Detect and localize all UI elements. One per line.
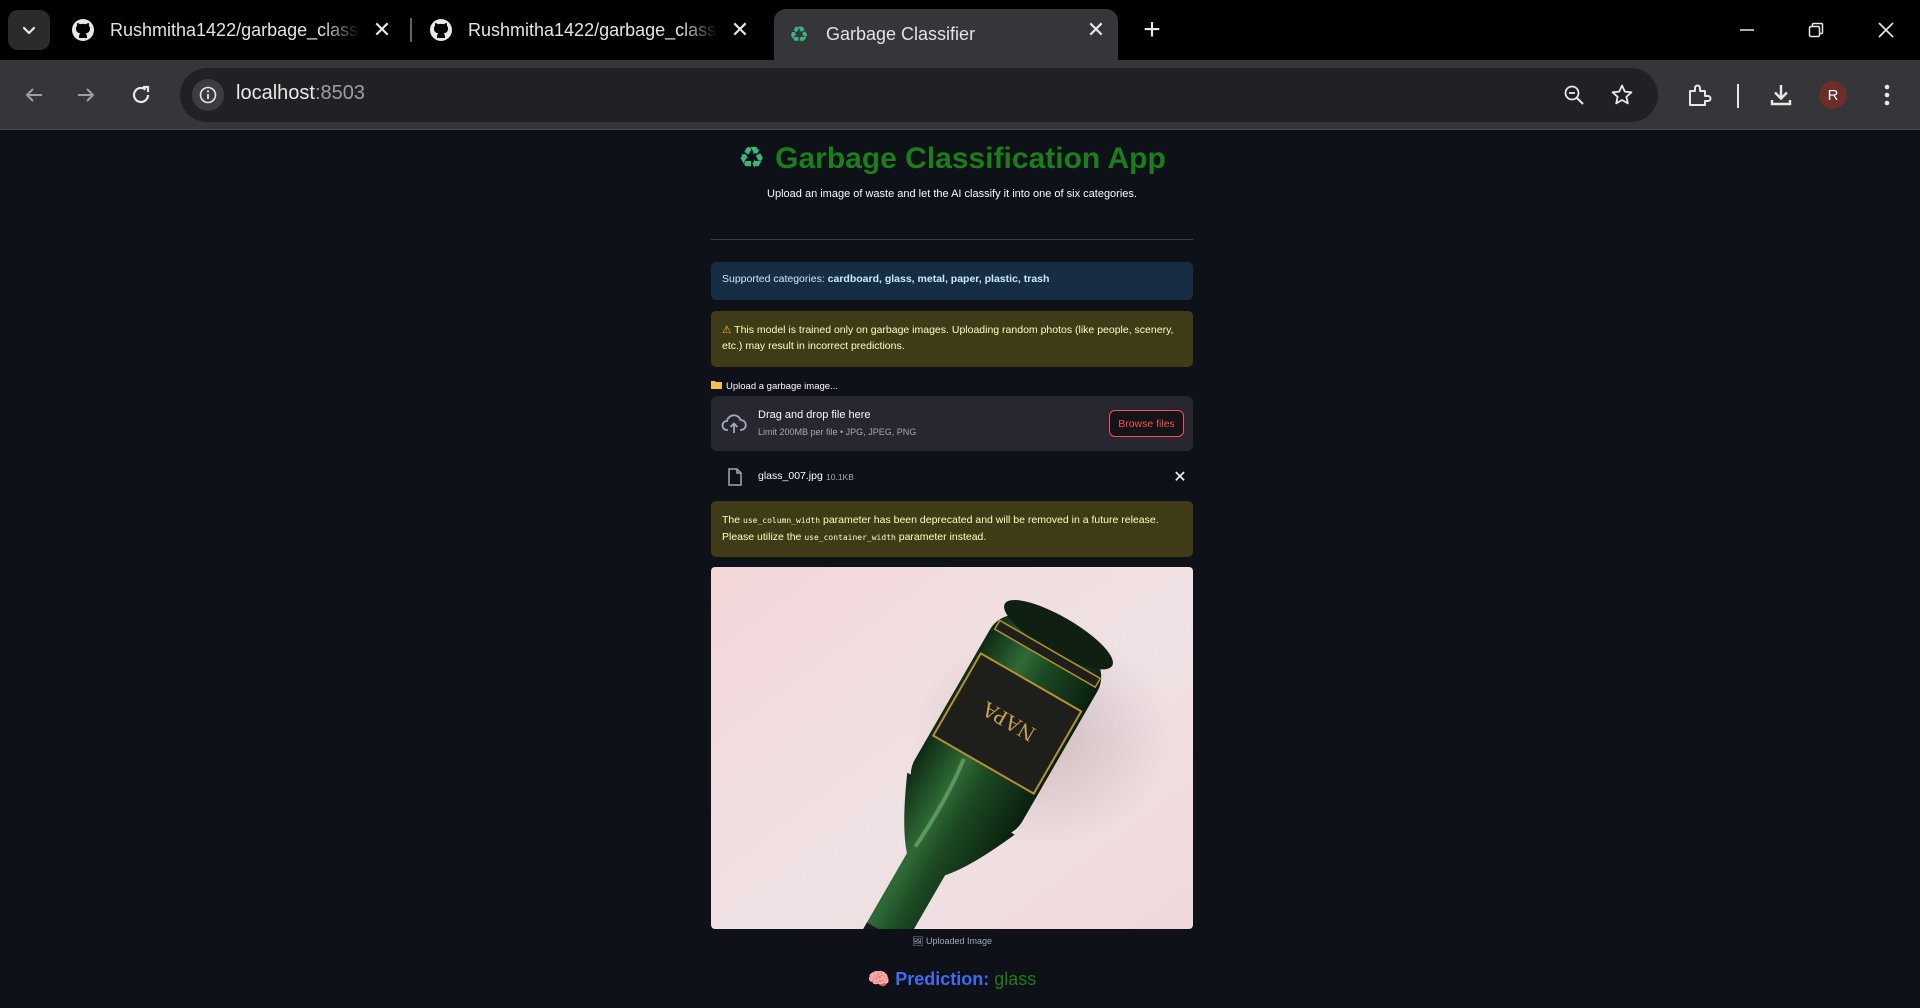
page-content: ♻ Garbage Classification App Upload an i…	[0, 131, 1920, 1008]
recycle-icon: ♻	[789, 21, 809, 47]
close-window-button[interactable]	[1870, 14, 1902, 46]
reload-icon	[132, 85, 150, 104]
url-host: localhost	[236, 82, 315, 104]
image-icon: 🖼	[912, 936, 924, 946]
close-tab-icon[interactable]: ✕	[1084, 17, 1108, 42]
extensions-icon[interactable]	[1685, 81, 1713, 109]
tab-garbage-classifier[interactable]: ♻ Garbage Classifier ✕	[774, 9, 1118, 60]
warning-text: This model is trained only on garbage im…	[722, 324, 1174, 352]
file-dropzone[interactable]: Drag and drop file here Limit 200MB per …	[711, 396, 1193, 451]
image-caption: 🖼 Uploaded Image	[711, 936, 1193, 947]
uploaded-image: NAPA	[711, 567, 1193, 929]
file-name: glass_007.jpg	[758, 470, 823, 482]
tab-github-2[interactable]: Rushmitha1422/garbage_classifier ✕	[416, 9, 762, 51]
tab-title: Rushmitha1422/garbage_classifier	[110, 19, 360, 40]
github-icon	[428, 17, 454, 43]
more-menu-icon[interactable]	[1873, 81, 1901, 109]
deprecated-param: use_column_width	[743, 516, 821, 525]
url-port: :8503	[314, 82, 365, 104]
github-icon	[70, 17, 96, 43]
uploaded-file-row: glass_007.jpg 10.1KB ✕	[711, 462, 1193, 492]
forward-button[interactable]	[68, 77, 104, 113]
tab-separator	[410, 18, 412, 42]
restore-button[interactable]	[1800, 14, 1832, 46]
close-tab-icon[interactable]: ✕	[370, 17, 394, 42]
chevron-down-icon	[22, 26, 36, 35]
tab-strip: Rushmitha1422/garbage_classifier ✕ Rushm…	[0, 0, 1920, 60]
deprecation-text-3: parameter instead.	[895, 531, 987, 543]
warning-alert: ⚠ This model is trained only on garbage …	[711, 311, 1193, 367]
site-info-icon[interactable]	[192, 79, 224, 111]
zoom-out-icon[interactable]	[1562, 83, 1586, 107]
cloud-upload-icon	[721, 411, 747, 437]
brain-icon: 🧠	[867, 969, 891, 989]
bookmark-star-icon[interactable]	[1610, 83, 1634, 107]
file-size: 10.1KB	[826, 472, 854, 482]
prediction-result: 🧠 Prediction: glass	[711, 969, 1193, 990]
file-icon	[727, 468, 743, 486]
page-title: ♻ Garbage Classification App	[711, 141, 1193, 176]
tab-title: Garbage Classifier	[826, 24, 976, 44]
warning-icon: ⚠	[722, 324, 732, 336]
new-tab-button[interactable]: +	[1136, 13, 1168, 46]
info-alert: Supported categories: cardboard, glass, …	[711, 262, 1193, 300]
tab-github-1[interactable]: Rushmitha1422/garbage_classifier ✕	[58, 9, 404, 51]
prediction-label: Prediction:	[895, 969, 990, 989]
download-icon[interactable]	[1767, 81, 1795, 109]
tab-search-button[interactable]	[8, 10, 50, 50]
prediction-value: glass	[994, 969, 1037, 989]
close-tab-icon[interactable]: ✕	[728, 17, 752, 42]
category-list: cardboard, glass, metal, paper, plastic,…	[827, 273, 1050, 285]
replacement-param: use_container_width	[804, 533, 896, 542]
image-caption-text: Uploaded Image	[925, 936, 992, 946]
dropzone-limit: Limit 200MB per file • JPG, JPEG, PNG	[758, 427, 917, 437]
recycle-icon: ♻	[738, 142, 766, 175]
page-subtitle: Upload an image of waste and let the AI …	[767, 188, 1137, 200]
url-text[interactable]: localhost:8503	[236, 82, 365, 105]
toolbar-separator	[1737, 84, 1739, 108]
minimize-button[interactable]	[1731, 14, 1763, 46]
restore-icon	[1808, 22, 1824, 38]
info-prefix: Supported categories:	[722, 273, 828, 285]
profile-avatar[interactable]: R	[1819, 81, 1847, 109]
remove-file-icon[interactable]: ✕	[1170, 467, 1190, 487]
tab-title: Rushmitha1422/garbage_classifier	[468, 19, 718, 40]
folder-icon	[711, 380, 722, 392]
dropzone-title: Drag and drop file here	[758, 409, 871, 421]
arrow-right-icon	[78, 88, 95, 102]
minimize-icon	[1740, 29, 1754, 31]
deprecation-text-1: The	[722, 514, 744, 526]
address-bar[interactable]: localhost:8503	[180, 68, 1658, 122]
arrow-left-icon	[25, 88, 42, 102]
browser-toolbar: localhost:8503 R	[0, 60, 1920, 130]
uploader-label-text: Upload a garbage image...	[726, 380, 838, 392]
close-icon	[1878, 22, 1894, 38]
browse-files-button[interactable]: Browse files	[1109, 410, 1184, 437]
page-title-text: Garbage Classification App	[775, 141, 1166, 175]
uploader-label: Upload a garbage image...	[711, 380, 838, 392]
horizontal-divider	[711, 239, 1193, 240]
reload-button[interactable]	[123, 77, 159, 113]
deprecation-warning: The use_column_width parameter has been …	[711, 501, 1193, 557]
back-button[interactable]	[16, 77, 52, 113]
